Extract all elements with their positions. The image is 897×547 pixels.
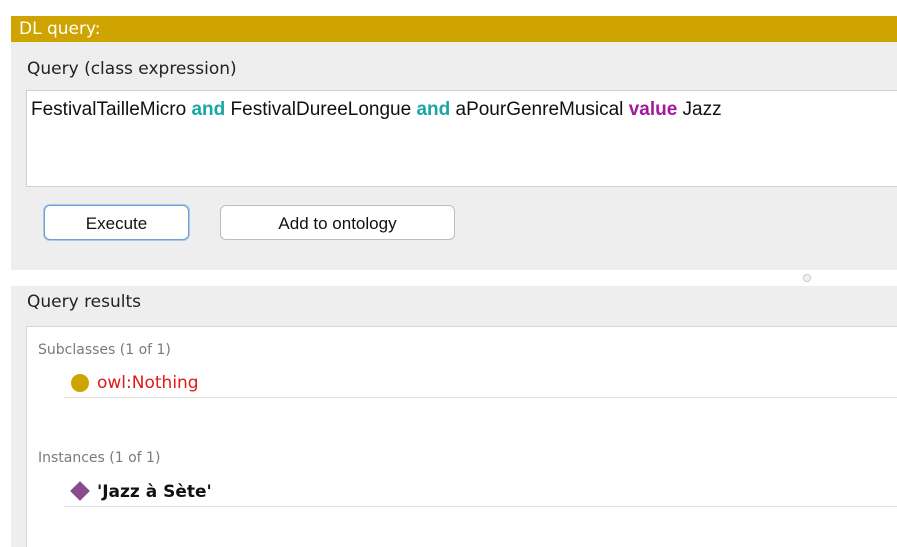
left-gutter [0,0,11,547]
query-expression-editor[interactable]: FestivalTailleMicro and FestivalDureeLon… [26,90,897,187]
query-panel: Query (class expression) FestivalTailleM… [11,42,897,270]
results-panel: Query results Subclasses (1 of 1) owl:No… [11,286,897,547]
add-to-ontology-button[interactable]: Add to ontology [220,205,455,240]
expr-class-1: FestivalTailleMicro [31,99,192,120]
instances-header: Instances (1 of 1) [38,450,161,466]
class-icon [71,374,89,392]
expr-keyword-value: value [628,99,678,120]
execute-button[interactable]: Execute [44,205,189,240]
expr-keyword-and-2: and [416,99,451,120]
view-title-bar: DL query: [11,16,897,42]
split-pane-divider[interactable] [11,270,897,286]
subclasses-header: Subclasses (1 of 1) [38,342,171,358]
query-section-label: Query (class expression) [27,59,237,79]
subclass-label: owl:Nothing [97,373,199,393]
results-list[interactable]: Subclasses (1 of 1) owl:Nothing Instance… [26,326,897,547]
result-row-subclass[interactable]: owl:Nothing [64,368,897,398]
expr-class-2: FestivalDureeLongue [225,99,417,120]
top-strip [11,0,897,16]
results-section-label: Query results [27,292,142,312]
instance-label: 'Jazz à Sète' [97,482,212,502]
view-title: DL query: [19,19,101,39]
dl-query-window: DL query: Query (class expression) Festi… [0,0,897,547]
expr-individual: Jazz [677,99,722,120]
expr-keyword-and-1: and [191,99,226,120]
expr-property: aPourGenreMusical [450,99,629,120]
split-handle-icon[interactable] [803,274,811,282]
result-row-instance[interactable]: 'Jazz à Sète' [64,477,897,507]
individual-icon [70,481,90,501]
